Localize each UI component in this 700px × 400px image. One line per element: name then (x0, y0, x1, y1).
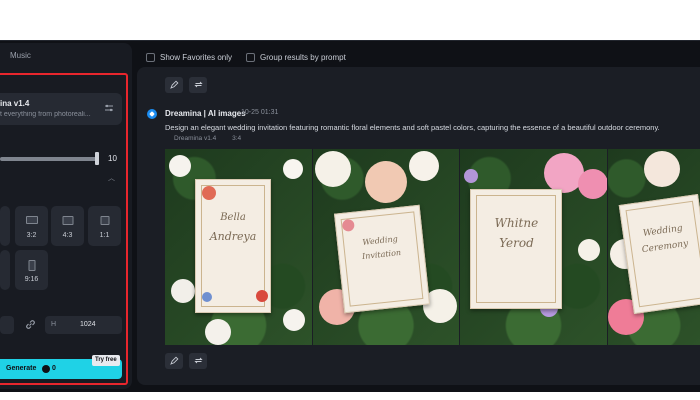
group-by-prompt-checkbox[interactable] (246, 52, 256, 62)
results-panel: Dreamina | AI images 10-25 01:31 Design … (137, 67, 700, 385)
group-by-prompt-label[interactable]: Group results by prompt (260, 53, 346, 62)
tab-music[interactable]: Music (10, 51, 31, 60)
credit-coin-icon (42, 365, 50, 373)
model-name: ina v1.4 (0, 99, 30, 108)
result-image-3[interactable]: Whitne Yerod (460, 149, 608, 345)
model-description: t everything from photoreali... (0, 111, 91, 118)
quality-slider-thumb[interactable] (95, 152, 99, 165)
ratio-option-partial[interactable] (0, 206, 10, 246)
result-meta: Dreamina v1.4 3:4 (174, 135, 255, 142)
height-label: H (51, 321, 57, 328)
ratio-label: 3:2 (26, 232, 37, 239)
model-selector[interactable]: ina v1.4 t everything from photoreali... (0, 93, 122, 125)
ratio-shape-icon (28, 260, 35, 271)
result-image-1[interactable]: Bella Andreya (165, 149, 312, 345)
result-image-2[interactable]: Wedding Invitation (312, 149, 460, 345)
regenerate-button[interactable] (189, 77, 207, 93)
show-favorites-label[interactable]: Show Favorites only (160, 53, 232, 62)
ratio-label: 4:3 (62, 232, 73, 239)
screenshot-frame: Music ina v1.4 t everything from photore… (0, 0, 700, 400)
ratio-shape-icon (100, 216, 109, 225)
edit-button-bottom[interactable] (165, 353, 183, 369)
result-model: Dreamina v1.4 (174, 135, 217, 142)
generate-cost: 0 (52, 365, 56, 372)
ratio-option-1-1[interactable]: 1:1 (88, 206, 121, 246)
result-filters: Show Favorites only Group results by pro… (146, 51, 360, 63)
left-panel: Music ina v1.4 t everything from photore… (0, 43, 132, 389)
quality-slider-track[interactable] (0, 157, 98, 161)
result-images: Bella Andreya Wedding Invitation Whitne … (165, 149, 700, 345)
ratio-label: 9:16 (24, 276, 39, 283)
quality-slider-value: 10 (108, 154, 117, 163)
ratio-shape-icon (25, 216, 38, 224)
width-input[interactable] (0, 316, 14, 334)
link-icon[interactable] (24, 319, 36, 331)
dreamina-logo-icon (147, 109, 157, 119)
result-image-4[interactable]: Wedding Ceremony (608, 149, 700, 345)
result-ratio: 3:4 (232, 135, 242, 142)
height-input[interactable]: H 1024 (45, 316, 122, 334)
height-value: 1024 (80, 321, 96, 328)
regenerate-button-bottom[interactable] (189, 353, 207, 369)
chevron-up-icon[interactable]: ︿ (108, 173, 115, 183)
ratio-option-3-2[interactable]: 3:2 (15, 206, 48, 246)
show-favorites-checkbox[interactable] (146, 52, 155, 62)
ratio-label: 1:1 (99, 232, 110, 239)
result-brand: Dreamina | AI images (165, 109, 246, 118)
generate-label: Generate (6, 365, 37, 372)
ratio-option-partial[interactable] (0, 250, 10, 290)
ratio-shape-icon (62, 216, 73, 225)
edit-button[interactable] (165, 77, 183, 93)
result-prompt: Design an elegant wedding invitation fea… (165, 123, 660, 132)
ratio-option-9-16[interactable]: 9:16 (15, 250, 48, 290)
try-free-badge: Try free (92, 355, 120, 366)
result-time: 10-25 01:31 (241, 109, 279, 116)
ratio-option-4-3[interactable]: 4:3 (51, 206, 84, 246)
settings-sliders-icon[interactable] (104, 103, 114, 113)
app-window: Music ina v1.4 t everything from photore… (0, 40, 700, 392)
